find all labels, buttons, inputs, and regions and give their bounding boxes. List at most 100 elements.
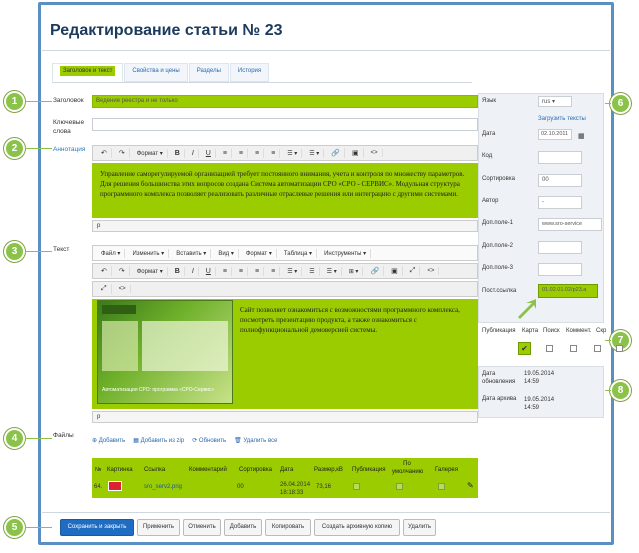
publish-checkbox[interactable]: ✔ — [518, 342, 531, 355]
col-size: Размер,кВ — [314, 467, 343, 473]
updated-value: 19.05.2014 14:59 — [524, 371, 555, 385]
table-icon[interactable]: ⊞ ▾ — [345, 266, 364, 276]
fullscreen-icon[interactable]: ⤢ — [97, 284, 112, 294]
author-input[interactable]: - — [538, 196, 582, 209]
text-editor-paragraph: Сайт позволяет ознакомиться с возможност… — [240, 306, 460, 334]
fullscreen-icon[interactable]: ⤢ — [406, 266, 421, 276]
align-right-icon[interactable]: ≡ — [251, 266, 265, 276]
source-code-icon[interactable]: <> — [423, 267, 440, 275]
source-code-icon[interactable]: <> — [115, 285, 131, 293]
bullet-list-icon[interactable]: ☰ ▾ — [283, 266, 303, 276]
bullet-list-icon[interactable]: ☰ ▾ — [283, 148, 303, 158]
format-dropdown[interactable]: Формат ▾ — [133, 266, 168, 276]
calendar-icon[interactable]: ▦ — [578, 132, 585, 140]
format-dropdown[interactable]: Формат ▾ — [133, 148, 168, 158]
code-input[interactable] — [538, 151, 582, 164]
add-zip-button[interactable]: ▦ Добавить из zip — [133, 437, 184, 444]
file-link[interactable]: sro_serv2.png — [144, 484, 182, 490]
archive-copy-button[interactable]: Создать архивную копию — [314, 519, 400, 536]
indent-icon[interactable]: ☰ ▾ — [323, 266, 342, 276]
badge-3: 3 — [4, 241, 25, 262]
refresh-button[interactable]: ⟳ Обновить — [192, 437, 226, 444]
menu-view[interactable]: Вид ▾ — [214, 248, 239, 258]
align-left-icon[interactable]: ≡ — [219, 148, 232, 158]
archive-label: Дата архива — [482, 396, 517, 402]
menu-insert[interactable]: Вставить ▾ — [172, 248, 212, 258]
cancel-button[interactable]: Отменить — [183, 519, 221, 536]
tab-sections[interactable]: Разделы — [188, 63, 229, 82]
lang-label: Язык — [482, 98, 497, 104]
file-gallery-checkbox[interactable] — [438, 483, 445, 490]
delete-all-button[interactable]: 🗑 Удалить все — [234, 437, 277, 444]
tab-properties[interactable]: Свойства и цены — [124, 63, 188, 82]
add-file-button[interactable]: ⊕ Добавить — [92, 437, 125, 444]
underline-button[interactable]: U — [202, 148, 216, 158]
embedded-screenshot-image[interactable]: Автоматизация СРО: программа «СРО-Сервис… — [97, 300, 233, 404]
copy-button[interactable]: Копировать — [265, 519, 311, 536]
undo-icon[interactable]: ↶ — [97, 148, 112, 158]
numbered-list-icon[interactable]: ☰ ▾ — [305, 148, 325, 158]
extra1-input[interactable]: www.sro-service — [538, 218, 602, 231]
redo-icon[interactable]: ↷ — [115, 266, 130, 276]
annotation-label: Аннотация — [53, 146, 86, 153]
updated-label: Дата обновления — [482, 371, 516, 385]
menu-tools[interactable]: Инструменты ▾ — [320, 248, 372, 258]
title-label: Заголовок — [53, 97, 84, 104]
load-texts-link[interactable]: Загрузить тексты — [538, 116, 586, 122]
numbered-list-icon[interactable]: ☰ — [305, 266, 320, 276]
save-close-button[interactable]: Сохранить и закрыть — [60, 519, 134, 536]
permalink-label: Пост.ссылка — [482, 288, 517, 294]
align-center-icon[interactable]: ≡ — [235, 266, 249, 276]
lang-select[interactable]: rus ▾ — [538, 96, 572, 107]
apply-button[interactable]: Применить — [137, 519, 180, 536]
file-default-checkbox[interactable] — [396, 483, 403, 490]
hidden-checkbox[interactable] — [616, 345, 623, 352]
redo-icon[interactable]: ↷ — [115, 148, 130, 158]
extra3-input[interactable] — [538, 263, 582, 276]
annotation-editor-body[interactable]: Управление саморегулируемой организацией… — [92, 163, 478, 218]
menu-table[interactable]: Таблица ▾ — [280, 248, 318, 258]
italic-button[interactable]: I — [188, 148, 199, 158]
italic-button[interactable]: I — [188, 266, 199, 276]
sort-input[interactable]: 00 — [538, 174, 582, 187]
image-icon[interactable]: ▣ — [387, 266, 403, 276]
align-center-icon[interactable]: ≡ — [235, 148, 249, 158]
menu-format[interactable]: Формат ▾ — [242, 248, 277, 258]
map-checkbox[interactable] — [546, 345, 553, 352]
search-checkbox[interactable] — [570, 345, 577, 352]
extra3-label: Доп.поле-3 — [482, 265, 514, 271]
tab-heading-text[interactable]: Заголовок и текст — [52, 63, 124, 82]
date-input[interactable]: 02.10.2011 — [538, 129, 572, 140]
file-thumbnail[interactable] — [108, 481, 122, 491]
align-justify-icon[interactable]: ≡ — [267, 148, 281, 158]
title-input[interactable]: Ведение реестра и не только — [92, 95, 478, 108]
bold-button[interactable]: B — [171, 266, 185, 276]
file-sort[interactable]: 00 — [237, 484, 244, 490]
bold-button[interactable]: B — [171, 148, 185, 158]
comment-checkbox[interactable] — [594, 345, 601, 352]
file-publish-checkbox[interactable] — [353, 483, 360, 490]
link-icon[interactable]: 🔗 — [366, 266, 385, 276]
badge-1: 1 — [4, 91, 25, 112]
connector-1 — [25, 101, 52, 102]
source-code-icon[interactable]: <> — [367, 149, 383, 157]
add-button[interactable]: Добавить — [224, 519, 262, 536]
keywords-input[interactable] — [92, 118, 478, 131]
col-image: Картинка — [107, 467, 133, 473]
align-justify-icon[interactable]: ≡ — [267, 266, 281, 276]
delete-button[interactable]: Удалить — [403, 519, 436, 536]
connector-8 — [605, 390, 611, 391]
tab-history[interactable]: История — [229, 63, 270, 82]
align-right-icon[interactable]: ≡ — [251, 148, 265, 158]
menu-file[interactable]: Файл ▾ — [97, 248, 126, 258]
align-left-icon[interactable]: ≡ — [219, 266, 232, 276]
connector-4 — [25, 438, 52, 439]
edit-pencil-icon[interactable]: ✎ — [467, 481, 474, 490]
extra2-input[interactable] — [538, 241, 582, 254]
permalink-input[interactable]: 01.02.01.02/p23.a — [538, 284, 598, 298]
underline-button[interactable]: U — [202, 266, 216, 276]
undo-icon[interactable]: ↶ — [97, 266, 112, 276]
link-icon[interactable]: 🔗 — [327, 148, 346, 158]
image-icon[interactable]: ▣ — [348, 148, 364, 158]
menu-edit[interactable]: Изменить ▾ — [128, 248, 170, 258]
